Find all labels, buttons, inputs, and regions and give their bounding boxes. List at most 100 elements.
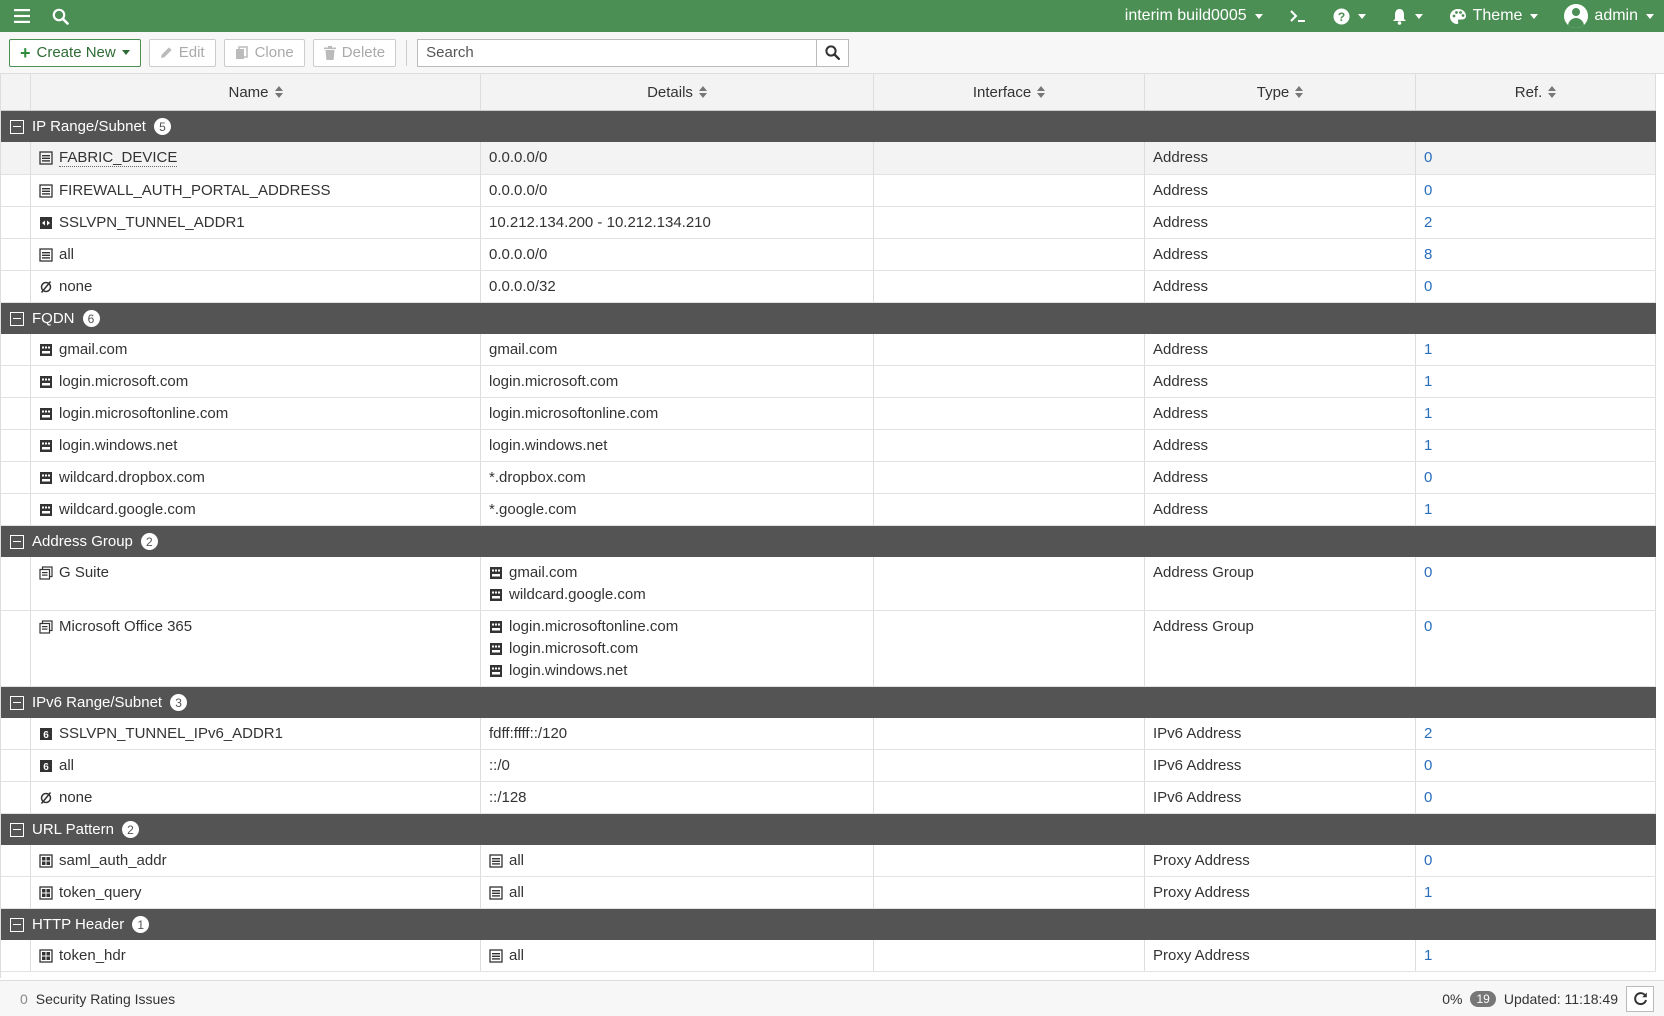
- table-row[interactable]: login.windows.net login.windows.net Addres…: [1, 430, 1656, 462]
- table-row[interactable]: wildcard.dropbox.com *.dropbox.com Address…: [1, 462, 1656, 494]
- column-header-details[interactable]: Details: [481, 74, 874, 110]
- security-issues-count: 0: [20, 990, 28, 1007]
- address-name[interactable]: SSLVPN_TUNNEL_ADDR1: [59, 214, 245, 231]
- table-row[interactable]: wildcard.google.com *.google.com Address 1: [1, 494, 1656, 526]
- address-name[interactable]: all: [59, 757, 74, 774]
- collapse-toggle-icon[interactable]: [10, 119, 24, 134]
- ref-count-link[interactable]: 1: [1424, 501, 1432, 518]
- delete-button[interactable]: Delete: [312, 38, 397, 67]
- clone-button[interactable]: Clone: [223, 38, 305, 67]
- ref-count-link[interactable]: 2: [1424, 725, 1432, 742]
- type-value: IPv6 Address: [1153, 725, 1242, 742]
- ref-count-link[interactable]: 0: [1424, 469, 1432, 486]
- column-header-ref[interactable]: Ref.: [1416, 74, 1656, 110]
- address-name[interactable]: SSLVPN_TUNNEL_IPv6_ADDR1: [59, 725, 283, 742]
- type-value: IPv6 Address: [1153, 757, 1242, 774]
- search-submit-button[interactable]: [817, 38, 850, 67]
- edit-button[interactable]: Edit: [148, 38, 216, 67]
- column-header-interface[interactable]: Interface: [874, 74, 1145, 110]
- ref-count-link[interactable]: 0: [1424, 789, 1432, 806]
- ref-count-link[interactable]: 0: [1424, 149, 1432, 166]
- type-cell: Address: [1145, 142, 1416, 174]
- table-row[interactable]: none 0.0.0.0/32 Address 0: [1, 271, 1656, 303]
- details-member-name: login.windows.net: [509, 662, 628, 679]
- ref-count-link[interactable]: 0: [1424, 182, 1432, 199]
- theme-dropdown[interactable]: Theme: [1449, 7, 1539, 25]
- address-name[interactable]: wildcard.google.com: [59, 501, 196, 518]
- fqdn-icon: [489, 642, 503, 656]
- column-header-type[interactable]: Type: [1145, 74, 1416, 110]
- hamburger-menu-icon[interactable]: [12, 6, 32, 26]
- details-cell: login.microsoft.com: [481, 366, 874, 397]
- table-row[interactable]: FIREWALL_AUTH_PORTAL_ADDRESS 0.0.0.0/0 Add…: [1, 175, 1656, 207]
- ref-count-link[interactable]: 1: [1424, 884, 1432, 901]
- table-row[interactable]: login.microsoftonline.com login.microsoft…: [1, 398, 1656, 430]
- search-input[interactable]: [417, 38, 818, 67]
- ref-count-link[interactable]: 8: [1424, 246, 1432, 263]
- create-new-button[interactable]: + Create New: [9, 38, 141, 67]
- ref-count-link[interactable]: 1: [1424, 437, 1432, 454]
- table-row[interactable]: token_query all Proxy Address 1: [1, 877, 1656, 909]
- table-row[interactable]: all 0.0.0.0/0 Address 8: [1, 239, 1656, 271]
- build-version-dropdown[interactable]: interim build0005: [1125, 7, 1263, 25]
- table-row[interactable]: saml_auth_addr all Proxy Address 0: [1, 845, 1656, 877]
- type-value: Address: [1153, 182, 1209, 199]
- ref-count-link[interactable]: 0: [1424, 564, 1432, 581]
- address-icon: [489, 948, 503, 963]
- collapse-toggle-icon[interactable]: [10, 311, 24, 326]
- table-row[interactable]: none::/128 IPv6 Address 0: [1, 782, 1656, 814]
- address-name[interactable]: all: [59, 246, 74, 263]
- address-name[interactable]: none: [59, 278, 92, 295]
- help-dropdown[interactable]: ?: [1333, 8, 1366, 25]
- ref-count-link[interactable]: 1: [1424, 341, 1432, 358]
- ref-count-link[interactable]: 2: [1424, 214, 1432, 231]
- address-name[interactable]: token_query: [59, 884, 142, 901]
- ref-count-link[interactable]: 0: [1424, 278, 1432, 295]
- help-icon: ?: [1333, 8, 1350, 24]
- address-name[interactable]: saml_auth_addr: [59, 852, 167, 869]
- address-name[interactable]: FIREWALL_AUTH_PORTAL_ADDRESS: [59, 182, 330, 199]
- search-icon[interactable]: [50, 6, 70, 26]
- address-name[interactable]: login.microsoftonline.com: [59, 405, 228, 422]
- ref-cell: 0: [1416, 782, 1656, 813]
- ref-count-link[interactable]: 1: [1424, 405, 1432, 422]
- collapse-toggle-icon[interactable]: [10, 695, 24, 710]
- ref-count-link[interactable]: 0: [1424, 618, 1432, 635]
- table-row[interactable]: FABRIC_DEVICE 0.0.0.0/0 Address 0: [1, 142, 1656, 175]
- collapse-toggle-icon[interactable]: [10, 917, 24, 932]
- table-row[interactable]: 6 all::/0 IPv6 Address 0: [1, 750, 1656, 782]
- table-row[interactable]: 6 SSLVPN_TUNNEL_IPv6_ADDR1 fdff:ffff::/120…: [1, 718, 1656, 750]
- user-account-dropdown[interactable]: admin: [1564, 4, 1654, 28]
- table-row[interactable]: G Suite gmail.com wildcard.google.com Addre…: [1, 557, 1656, 611]
- ref-count-link[interactable]: 1: [1424, 947, 1432, 964]
- column-header-name[interactable]: Name: [31, 74, 481, 110]
- address-name[interactable]: wildcard.dropbox.com: [59, 469, 205, 486]
- table-row[interactable]: Microsoft Office 365 login.microsoftonlin…: [1, 611, 1656, 687]
- collapse-toggle-icon[interactable]: [10, 534, 24, 549]
- address-name[interactable]: none: [59, 789, 92, 806]
- address-name[interactable]: G Suite: [59, 564, 109, 581]
- address-name[interactable]: login.windows.net: [59, 437, 177, 454]
- table-row[interactable]: gmail.com gmail.com Address 1: [1, 334, 1656, 366]
- collapse-toggle-icon[interactable]: [10, 822, 24, 837]
- table-row[interactable]: SSLVPN_TUNNEL_ADDR1 10.212.134.200 - 10.2…: [1, 207, 1656, 239]
- table-row[interactable]: login.microsoft.com login.microsoft.com Ad…: [1, 366, 1656, 398]
- cli-console-button[interactable]: [1289, 9, 1307, 23]
- refresh-button[interactable]: [1626, 985, 1654, 1012]
- details-value: fdff:ffff::/120: [489, 725, 568, 742]
- address-name[interactable]: FABRIC_DEVICE: [59, 149, 178, 167]
- address-name[interactable]: login.microsoft.com: [59, 373, 188, 390]
- address-name[interactable]: token_hdr: [59, 947, 126, 964]
- ipv6-address-icon: 6: [39, 727, 53, 741]
- address-name[interactable]: gmail.com: [59, 341, 127, 358]
- interface-cell: [874, 494, 1145, 525]
- ref-count-link[interactable]: 0: [1424, 852, 1432, 869]
- security-issues-link[interactable]: Security Rating Issues: [36, 991, 175, 1007]
- table-row[interactable]: token_hdr all Proxy Address 1: [1, 940, 1656, 972]
- sort-icon: [274, 86, 283, 98]
- ref-count-link[interactable]: 0: [1424, 757, 1432, 774]
- address-name[interactable]: Microsoft Office 365: [59, 618, 192, 635]
- notifications-dropdown[interactable]: [1392, 8, 1423, 25]
- row-spacer: [1, 611, 31, 686]
- ref-count-link[interactable]: 1: [1424, 373, 1432, 390]
